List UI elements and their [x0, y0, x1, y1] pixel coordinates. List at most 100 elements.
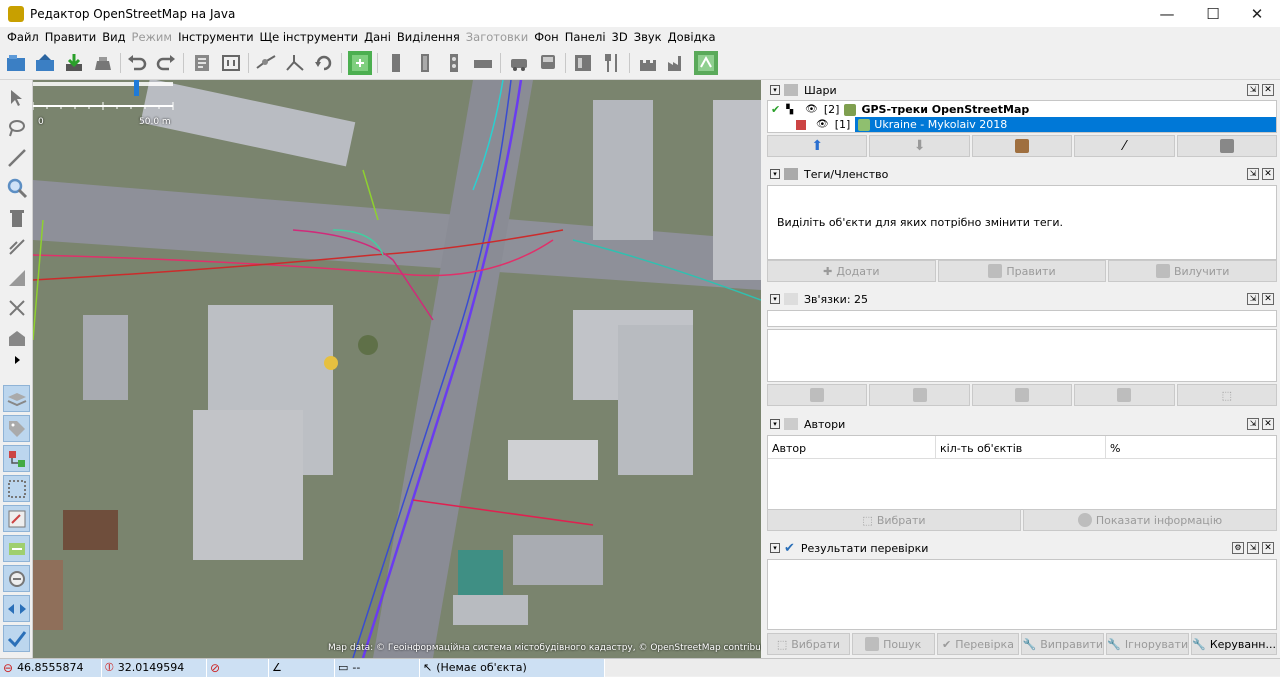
angle-field[interactable]: ∠: [269, 658, 335, 677]
menu-presets[interactable]: Заготовки: [463, 30, 531, 44]
parallel-mode-icon[interactable]: [3, 234, 30, 261]
authors-toggle-icon[interactable]: [3, 505, 30, 532]
relations-panel-header[interactable]: ▾ Зв'язки: 25 ⇲ ✕: [767, 290, 1277, 308]
preset-fence-icon[interactable]: [384, 51, 408, 75]
selected-layer-row[interactable]: Ukraine - Mykolaiv 2018: [855, 117, 1276, 132]
upload-data-icon[interactable]: [91, 51, 115, 75]
add-relation-button[interactable]: [767, 384, 868, 406]
validation-fix-button[interactable]: 🔧 Виправити: [1021, 633, 1105, 655]
open-file-icon[interactable]: [4, 51, 28, 75]
split-way-icon[interactable]: [254, 51, 278, 75]
close-panel-icon[interactable]: ✕: [1262, 293, 1274, 305]
collapse-icon[interactable]: ▾: [770, 419, 780, 429]
improve-way-icon[interactable]: [3, 264, 30, 291]
heading-field[interactable]: ⊘: [207, 658, 269, 677]
layer-opacity-icon[interactable]: [796, 119, 806, 130]
preset-wall-icon[interactable]: [413, 51, 437, 75]
preset-traffic-signals-icon[interactable]: [442, 51, 466, 75]
relations-toggle-icon[interactable]: [3, 445, 30, 472]
preset-shop-icon[interactable]: [571, 51, 595, 75]
layer-row-imagery[interactable]: 👁 [1] Ukraine - Mykolaiv 2018: [768, 117, 1276, 132]
edit-relation-button[interactable]: [869, 384, 970, 406]
collapse-icon[interactable]: ▾: [770, 294, 780, 304]
show-info-button[interactable]: Показати інформацію: [1023, 509, 1277, 531]
validation-results-tree[interactable]: [767, 559, 1277, 630]
delete-layer-button[interactable]: [1176, 135, 1278, 157]
validation-manage-button[interactable]: 🔧 Керуванн...: [1191, 633, 1277, 655]
menu-windows[interactable]: Панелі: [562, 30, 609, 44]
properties-icon[interactable]: [219, 51, 243, 75]
detach-panel-icon[interactable]: ⇲: [1247, 542, 1259, 554]
maximize-button[interactable]: ☐: [1190, 0, 1236, 27]
layers-toggle-icon[interactable]: [3, 385, 30, 412]
select-mode-icon[interactable]: [3, 84, 30, 111]
col-count[interactable]: кіл-ть об'єктів: [936, 436, 1106, 458]
palette-more-icon[interactable]: [3, 354, 30, 366]
tags-panel-header[interactable]: ▾ Теги/Членство ⇲ ✕: [767, 165, 1277, 183]
reverse-way-icon[interactable]: [312, 51, 336, 75]
map-view[interactable]: 0 50.0 m Map data: © Геоінформаційна сис…: [33, 80, 761, 658]
download-data-icon[interactable]: [62, 51, 86, 75]
map-attribution[interactable]: Map data: © Геоінформаційна система міст…: [328, 643, 761, 653]
layer-row-gps[interactable]: ✔ ▚ 👁 [2] GPS-треки OpenStreetMap: [768, 102, 1276, 117]
menu-file[interactable]: Файл: [4, 30, 42, 44]
menu-tools[interactable]: Інструменти: [175, 30, 256, 44]
preferences-icon[interactable]: [190, 51, 214, 75]
preset-food-icon[interactable]: [600, 51, 624, 75]
conflict-toggle-icon[interactable]: [3, 595, 30, 622]
preset-playground-icon[interactable]: [694, 51, 718, 75]
filter-toggle-icon[interactable]: [3, 565, 30, 592]
menu-view[interactable]: Вид: [99, 30, 128, 44]
active-layer-check-icon[interactable]: ✔: [771, 103, 780, 116]
relations-list[interactable]: [767, 329, 1277, 382]
detach-panel-icon[interactable]: ⇲: [1247, 418, 1259, 430]
latitude-field[interactable]: ⊖ 46.8555874: [0, 658, 102, 677]
distance-field[interactable]: ▭ --: [335, 658, 420, 677]
validation-ignore-button[interactable]: 🔧 Ігнорувати: [1106, 633, 1190, 655]
delete-relation-button[interactable]: [1074, 384, 1175, 406]
collapse-icon[interactable]: ▾: [770, 85, 780, 95]
minimize-button[interactable]: —: [1144, 0, 1190, 27]
draw-mode-icon[interactable]: [3, 144, 30, 171]
delete-mode-icon[interactable]: [3, 204, 30, 231]
close-window-button[interactable]: ✕: [1234, 0, 1280, 27]
undo-icon[interactable]: [125, 51, 149, 75]
panel-settings-icon[interactable]: ⚙: [1232, 542, 1244, 554]
select-author-button[interactable]: ⬚ Вибрати: [767, 509, 1021, 531]
combine-way-icon[interactable]: [283, 51, 307, 75]
building-tool-icon[interactable]: [3, 324, 30, 351]
menu-audio[interactable]: Звук: [631, 30, 665, 44]
validation-panel-header[interactable]: ▾ ✔ Результати перевірки ⚙ ⇲ ✕: [767, 539, 1277, 557]
detach-panel-icon[interactable]: ⇲: [1247, 84, 1259, 96]
duplicate-relation-button[interactable]: [971, 384, 1073, 406]
selection-list-icon[interactable]: [3, 475, 30, 502]
collapse-icon[interactable]: ▾: [770, 543, 780, 553]
col-percent[interactable]: %: [1106, 436, 1276, 458]
menu-edit[interactable]: Правити: [42, 30, 99, 44]
open-location-icon[interactable]: [33, 51, 57, 75]
delete-tag-button[interactable]: Вилучити: [1108, 260, 1278, 282]
move-layer-down-button[interactable]: ⬇: [869, 135, 970, 157]
close-panel-icon[interactable]: ✕: [1262, 542, 1274, 554]
menu-help[interactable]: Довідка: [665, 30, 719, 44]
collapse-icon[interactable]: ▾: [770, 169, 780, 179]
relations-filter[interactable]: [767, 310, 1277, 327]
close-panel-icon[interactable]: ✕: [1262, 418, 1274, 430]
detach-panel-icon[interactable]: ⇲: [1247, 168, 1259, 180]
tags-toggle-icon[interactable]: [3, 415, 30, 442]
activate-layer-button[interactable]: [971, 135, 1073, 157]
visibility-eye-icon[interactable]: 👁: [805, 104, 818, 115]
lasso-mode-icon[interactable]: [3, 114, 30, 141]
redo-icon[interactable]: [154, 51, 178, 75]
menu-selection[interactable]: Виділення: [394, 30, 463, 44]
move-layer-up-button[interactable]: ⬆: [767, 135, 868, 157]
detach-panel-icon[interactable]: ⇲: [1247, 293, 1259, 305]
close-panel-icon[interactable]: ✕: [1262, 84, 1274, 96]
menu-mode[interactable]: Режим: [129, 30, 176, 44]
visibility-eye-icon[interactable]: 👁: [816, 119, 829, 130]
preset-industrial-icon[interactable]: [665, 51, 689, 75]
layers-panel-header[interactable]: ▾ Шари ⇲ ✕: [767, 81, 1277, 99]
select-relation-button[interactable]: ⬚: [1176, 384, 1278, 406]
edit-tag-button[interactable]: Правити: [937, 260, 1107, 282]
validation-select-button[interactable]: ⬚ Вибрати: [767, 633, 850, 655]
